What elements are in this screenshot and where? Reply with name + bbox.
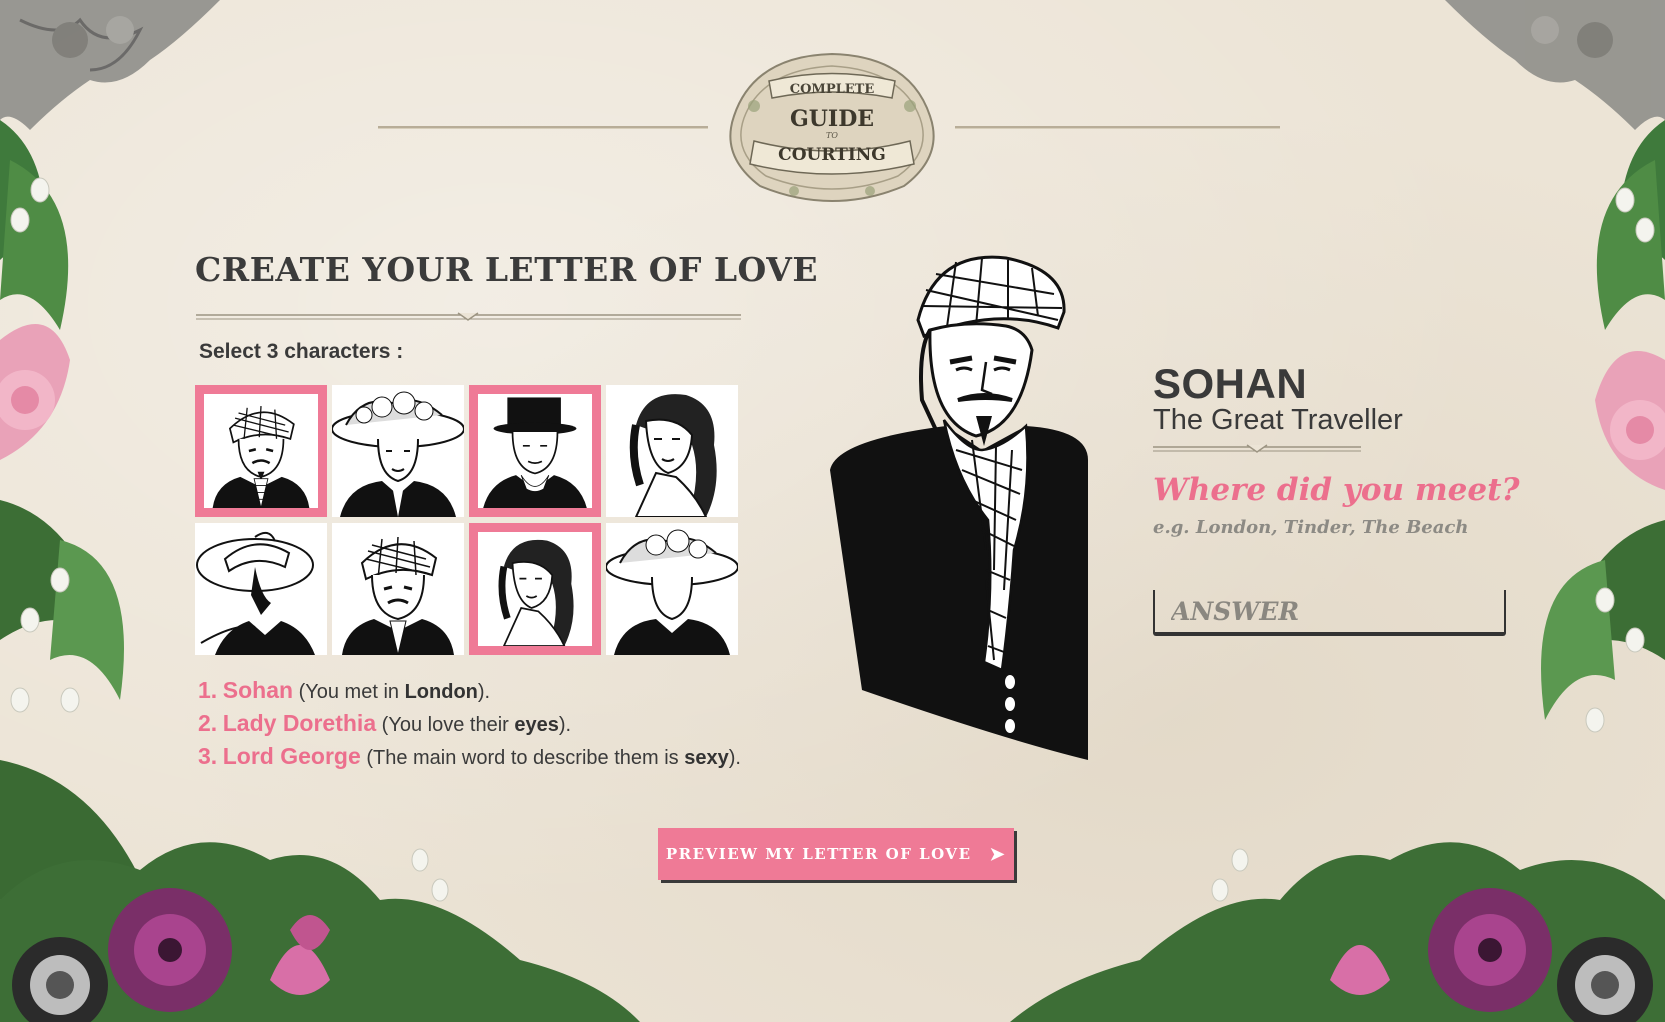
- logo-rule-right: [955, 126, 1280, 129]
- choice-value: London: [404, 681, 478, 703]
- character-tile-turban-man[interactable]: [195, 385, 327, 517]
- wide-hat-lady-portrait: [196, 531, 315, 655]
- choice-prefix: (The main word to describe them is: [360, 747, 685, 769]
- character-tile-lady-flower-hat[interactable]: [332, 385, 464, 517]
- choice-value: eyes: [514, 714, 559, 736]
- logo-text-complete: COMPLETE: [790, 82, 875, 97]
- floral-decoration-bottom: [0, 842, 1665, 1022]
- question-text: Where did you meet?: [1153, 472, 1520, 508]
- answer-input[interactable]: [1155, 590, 1504, 632]
- character-divider: [1153, 444, 1361, 453]
- character-tile-curly-hair-lady-2[interactable]: [469, 523, 601, 655]
- question-hint: e.g. London, Tinder, The Beach: [1153, 517, 1469, 538]
- character-tile-wide-hat-lady[interactable]: [195, 523, 327, 655]
- choice-name: Lord George: [222, 743, 361, 769]
- character-name: SOHAN: [1153, 360, 1308, 407]
- logo-text-to: TO: [826, 131, 838, 140]
- select-characters-label: Select 3 characters :: [199, 340, 404, 363]
- choice-name: Lady Dorethia: [222, 710, 377, 736]
- choice-number: 1.: [198, 677, 218, 703]
- title-divider: [196, 312, 741, 321]
- choice-suffix: ).: [728, 747, 741, 769]
- selected-characters-list: 1. Sohan (You met in London). 2. Lady Do…: [198, 674, 741, 773]
- choice-name: Sohan: [222, 677, 294, 703]
- choice-value: sexy: [684, 747, 729, 769]
- logo-text-guide: GUIDE: [790, 106, 874, 132]
- lady-flower-hat-portrait: [332, 391, 464, 517]
- floral-decoration-right: [1445, 0, 1665, 733]
- curly-hair-lady-portrait: [629, 394, 717, 517]
- logo-text-courting: COURTING: [778, 145, 886, 165]
- choice-item-1[interactable]: 1. Sohan (You met in London).: [198, 674, 741, 707]
- character-tile-top-hat-gentleman[interactable]: [469, 385, 601, 517]
- top-hat-gentleman-portrait: [483, 397, 587, 508]
- lady-flower-hat-portrait-2: [606, 529, 738, 655]
- logo-rule-left: [378, 126, 708, 129]
- choice-item-3[interactable]: 3. Lord George (The main word to describ…: [198, 740, 741, 773]
- choice-item-2[interactable]: 2. Lady Dorethia (You love their eyes).: [198, 707, 741, 740]
- arrow-right-icon: ➤: [989, 843, 1007, 865]
- choice-suffix: ).: [558, 714, 572, 736]
- choice-suffix: ).: [477, 681, 491, 703]
- choice-number: 2.: [198, 710, 218, 736]
- choice-number: 3.: [198, 743, 218, 769]
- character-tile-lady-flower-hat-2[interactable]: [606, 523, 738, 655]
- answer-field-wrapper: [1153, 590, 1506, 636]
- choice-prefix: (You met in: [293, 681, 405, 703]
- choice-prefix: (You love their: [376, 714, 515, 736]
- character-tile-curly-hair-lady[interactable]: [606, 385, 738, 517]
- page-title: CREATE YOUR LETTER OF LOVE: [195, 250, 818, 289]
- character-tile-turban-man-2[interactable]: [332, 523, 464, 655]
- character-title: The Great Traveller: [1153, 404, 1403, 436]
- guide-to-courting-logo[interactable]: COMPLETE GUIDE TO COURTING: [714, 46, 950, 204]
- turban-man-portrait-2: [342, 536, 454, 655]
- turban-man-portrait: [212, 406, 310, 508]
- preview-letter-label: PREVIEW MY LETTER OF LOVE: [665, 845, 972, 863]
- character-grid: [195, 385, 741, 655]
- curly-hair-lady-portrait-2: [498, 539, 574, 646]
- preview-letter-button[interactable]: PREVIEW MY LETTER OF LOVE ➤: [658, 828, 1014, 880]
- selected-character-portrait: [830, 255, 1088, 760]
